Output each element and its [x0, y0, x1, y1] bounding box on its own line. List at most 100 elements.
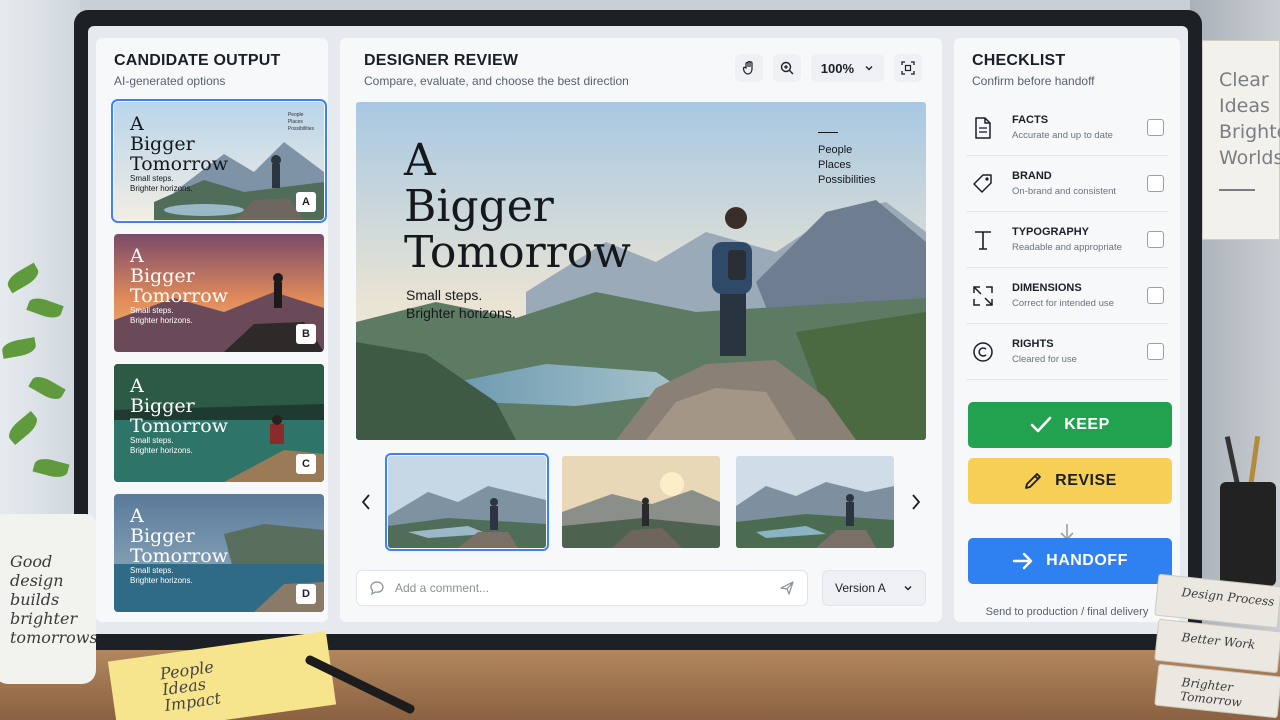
hero-tagline: Small steps. Brighter horizons.: [406, 286, 516, 322]
mug-text-line: Good: [10, 552, 53, 571]
checklist-panel: CHECKLIST Confirm before handoff FACTS A…: [954, 38, 1180, 622]
carousel-next-button[interactable]: [904, 488, 928, 516]
title-line: Tomorrow: [404, 227, 631, 278]
carousel-prev-button[interactable]: [354, 488, 378, 516]
thumbnail-image: [736, 456, 894, 548]
candidate-card-d[interactable]: A Bigger Tomorrow Small steps. Brighter …: [114, 494, 324, 612]
app-screen: CANDIDATE OUTPUT AI-generated options A …: [88, 26, 1188, 634]
candidate-badge: C: [296, 454, 316, 474]
send-icon[interactable]: [779, 580, 795, 596]
checklist-item-typography[interactable]: TYPOGRAPHY Readable and appropriate: [966, 212, 1168, 268]
wall-sign-rule: [1219, 189, 1255, 191]
checklist-item-dimensions[interactable]: DIMENSIONS Correct for intended use: [966, 268, 1168, 324]
tagline-line: Small steps.: [130, 436, 174, 445]
mug-text-line: tomorrows: [10, 628, 98, 647]
mug-text-line: design: [10, 571, 64, 590]
zoom-button[interactable]: [772, 54, 801, 82]
hero-list-item: People: [818, 144, 853, 156]
checklist-item-rights[interactable]: RIGHTS Cleared for use: [966, 324, 1168, 380]
checklist-checkbox[interactable]: [1147, 175, 1164, 192]
hand-icon: [742, 60, 753, 75]
title-line: Tomorrow: [130, 285, 228, 307]
panel-subtitle: Confirm before handoff: [972, 74, 1095, 88]
candidate-tagline: Small steps. Brighter horizons.: [130, 306, 193, 326]
title-line: A: [130, 113, 144, 135]
mini-list-item: People: [287, 112, 304, 118]
version-select[interactable]: Version A: [822, 570, 926, 606]
title-line: A: [130, 505, 144, 527]
tagline-line: Brighter horizons.: [130, 184, 193, 193]
pencil-icon: [1025, 473, 1042, 489]
candidate-title: A Bigger Tomorrow: [130, 506, 228, 566]
handoff-button[interactable]: HANDOFF: [968, 538, 1172, 584]
chevron-down-icon: [865, 66, 873, 71]
checklist-checkbox[interactable]: [1147, 343, 1164, 360]
fit-to-screen-button[interactable]: [894, 54, 922, 82]
checklist-text: TYPOGRAPHY Readable and appropriate: [1012, 226, 1147, 253]
type-icon: [968, 225, 998, 255]
tagline-line: Small steps.: [130, 566, 174, 575]
candidate-card-a[interactable]: A Bigger Tomorrow People Places Possibil…: [111, 99, 327, 223]
comment-input[interactable]: [395, 581, 769, 595]
candidate-badge: A: [296, 192, 316, 212]
book: Brighter Tomorrow: [1154, 663, 1280, 719]
checklist-description: Correct for intended use: [1012, 298, 1114, 309]
title-line: Bigger: [130, 265, 195, 287]
tagline-line: Brighter horizons.: [406, 305, 516, 321]
candidate-tagline: Small steps. Brighter horizons.: [130, 436, 193, 456]
tagline-line: Small steps.: [130, 306, 174, 315]
checklist-text: BRAND On-brand and consistent: [1012, 170, 1147, 197]
version-value: Version A: [835, 581, 886, 595]
wall-sign: Clear Ideas Brighte Worlds: [1202, 40, 1280, 240]
book-stack: Design Process Better Work Brighter Tomo…: [1154, 573, 1280, 719]
candidate-output-panel: CANDIDATE OUTPUT AI-generated options A …: [96, 38, 328, 622]
resize-icon: [968, 281, 998, 311]
candidate-title: A Bigger Tomorrow: [130, 376, 228, 436]
tagline-line: Brighter horizons.: [130, 316, 193, 325]
pan-tool-button[interactable]: [734, 54, 763, 82]
tagline-line: Brighter horizons.: [130, 576, 193, 585]
wall-sign-line: Worlds: [1219, 147, 1280, 169]
variant-carousel: [354, 453, 928, 552]
mini-list-item: Places: [287, 119, 303, 125]
title-line: Tomorrow: [130, 415, 228, 437]
thumbnail-image: [562, 456, 720, 548]
checklist-description: On-brand and consistent: [1012, 186, 1117, 197]
comment-icon: [370, 581, 384, 596]
zoom-select[interactable]: 100%: [810, 54, 884, 82]
checklist-item-facts[interactable]: FACTS Accurate and up to date: [966, 100, 1168, 156]
handoff-note: Send to production / final delivery: [985, 606, 1149, 618]
wall-sign-line: Clear: [1219, 69, 1269, 91]
checklist-label: RIGHTS: [1012, 338, 1054, 350]
tag-icon: [968, 169, 998, 199]
checklist-checkbox[interactable]: [1147, 231, 1164, 248]
coffee-mug: Good design builds brighter tomorrows: [0, 514, 98, 684]
checklist-description: Cleared for use: [1012, 354, 1077, 365]
hero-preview[interactable]: A Bigger Tomorrow Small steps. Brighter …: [356, 102, 926, 440]
arrow-right-icon: [1012, 552, 1033, 570]
review-toolbar: 100%: [734, 54, 922, 82]
tagline-line: Small steps.: [130, 174, 174, 183]
variant-thumbnail[interactable]: [562, 456, 720, 548]
variant-thumbnail[interactable]: [736, 456, 894, 548]
checklist-description: Accurate and up to date: [1012, 130, 1113, 141]
checklist-item-brand[interactable]: BRAND On-brand and consistent: [966, 156, 1168, 212]
hero-list-item: Places: [818, 159, 852, 171]
hero-list-rule: [818, 132, 838, 133]
title-line: Bigger: [130, 525, 195, 547]
candidate-card-c[interactable]: A Bigger Tomorrow Small steps. Brighter …: [114, 364, 324, 482]
candidate-card-b[interactable]: A Bigger Tomorrow Small steps. Brighter …: [114, 234, 324, 352]
keep-button[interactable]: KEEP: [968, 402, 1172, 448]
candidate-title: A Bigger Tomorrow: [130, 246, 228, 306]
revise-button[interactable]: REVISE: [968, 458, 1172, 504]
checklist-text: FACTS Accurate and up to date: [1012, 114, 1147, 141]
candidate-badge: D: [296, 584, 316, 604]
checklist-checkbox[interactable]: [1147, 287, 1164, 304]
variant-thumbnail[interactable]: [385, 453, 549, 551]
pen-cup: [1220, 482, 1276, 586]
candidate-tagline: Small steps. Brighter horizons.: [130, 174, 193, 194]
checklist-checkbox[interactable]: [1147, 119, 1164, 136]
mini-list-item: Possibilities: [287, 126, 314, 132]
designer-review-panel: DESIGNER REVIEW Compare, evaluate, and c…: [340, 38, 942, 622]
candidate-badge: B: [296, 324, 316, 344]
